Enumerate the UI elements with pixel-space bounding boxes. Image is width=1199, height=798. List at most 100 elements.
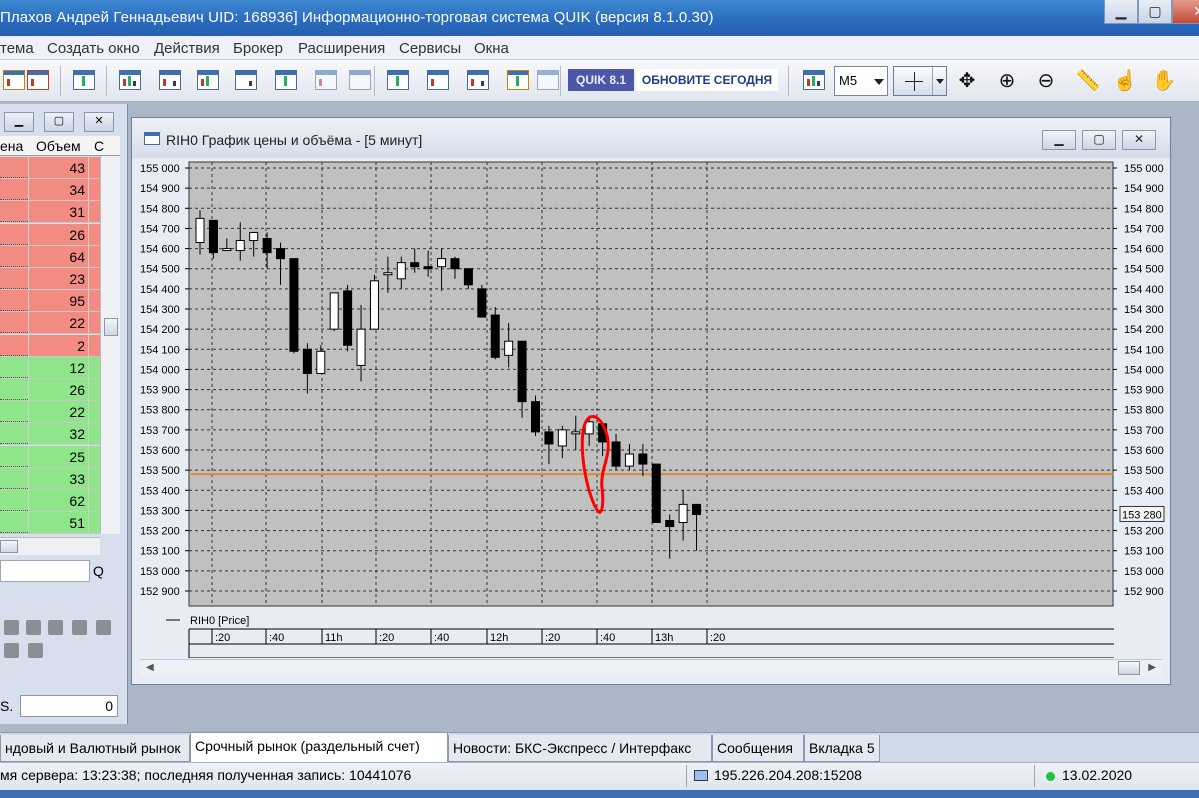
edit-table-icon[interactable] <box>272 66 300 94</box>
quote-price-cell[interactable] <box>0 290 28 312</box>
quote-volume-cell[interactable]: 12 <box>28 356 88 378</box>
scroll-thumb[interactable] <box>104 318 118 336</box>
menu-item-broker[interactable]: Брокер <box>233 40 283 57</box>
buy-quote-row[interactable]: 26 <box>0 379 106 401</box>
chart-horizontal-scrollbar[interactable]: ◀ ▶ <box>140 659 1162 676</box>
quik-version-badge[interactable]: QUIK 8.1 <box>568 69 634 91</box>
interval-select[interactable]: M5 <box>834 66 888 96</box>
quotes-search-input[interactable] <box>0 560 90 582</box>
quote-volume-cell[interactable]: 23 <box>28 268 88 289</box>
quote-volume-cell[interactable]: 33 <box>28 467 88 489</box>
close-button[interactable]: ✕ <box>1172 0 1199 24</box>
panel-button-icon[interactable] <box>4 620 19 635</box>
quote-volume-cell[interactable]: 31 <box>28 201 88 223</box>
bar-chart-type-icon[interactable] <box>800 66 828 94</box>
sell-quote-row[interactable]: 34 <box>0 179 106 202</box>
grab-hand-icon[interactable]: ✋ <box>1151 68 1177 94</box>
columns-icon[interactable] <box>346 66 374 94</box>
panel-button-icon[interactable] <box>26 620 41 635</box>
zoom-in-icon[interactable]: ⊕ <box>994 68 1020 94</box>
menu-item-windows[interactable]: Окна <box>474 40 509 57</box>
panel-button-icon[interactable] <box>48 620 63 635</box>
move-icon[interactable]: ✥ <box>954 68 980 94</box>
tab-futures[interactable]: Срочный рынок (раздельный счет) <box>190 733 448 763</box>
add-table-icon[interactable] <box>70 66 98 94</box>
quote-price-cell[interactable] <box>0 446 28 467</box>
quote-price-cell[interactable] <box>0 357 28 378</box>
tab-5[interactable]: Вкладка 5 <box>804 735 880 762</box>
ruler-icon[interactable]: 📏 <box>1075 68 1101 94</box>
quote-price-cell[interactable] <box>0 401 28 423</box>
quote-price-cell[interactable] <box>0 179 28 201</box>
quote-price-cell[interactable] <box>0 423 28 445</box>
new-order-icon[interactable] <box>384 66 412 94</box>
search-icon[interactable]: Q <box>93 563 104 579</box>
quotes-table-icon[interactable] <box>194 66 222 94</box>
money-icon[interactable] <box>504 66 532 94</box>
quote-volume-cell[interactable]: 32 <box>28 423 88 445</box>
deals-icon[interactable] <box>232 66 260 94</box>
key-disconnect-icon[interactable] <box>24 66 52 94</box>
quotes-close-button[interactable]: ✕ <box>84 112 114 132</box>
quote-price-cell[interactable] <box>0 490 28 511</box>
pointer-hand-icon[interactable]: ☝ <box>1112 68 1138 94</box>
stop-order-icon[interactable] <box>464 66 492 94</box>
quotes-minimize-button[interactable]: ▁ <box>4 112 34 132</box>
quote-volume-cell[interactable]: 95 <box>28 290 88 312</box>
hand-order-icon[interactable] <box>424 66 452 94</box>
quote-volume-cell[interactable]: 51 <box>28 512 88 534</box>
col-third-header[interactable]: С <box>94 138 104 154</box>
sell-quote-row[interactable]: 43 <box>0 157 106 179</box>
quote-price-cell[interactable] <box>0 157 28 178</box>
quotes-vertical-scrollbar[interactable] <box>100 156 120 534</box>
panel-button-icon[interactable] <box>4 643 19 658</box>
sell-quote-row[interactable]: 95 <box>0 290 106 313</box>
quote-volume-cell[interactable]: 22 <box>28 312 88 334</box>
quote-price-cell[interactable] <box>0 201 28 223</box>
menu-item-services[interactable]: Сервисы <box>399 40 461 57</box>
quote-volume-cell[interactable]: 22 <box>28 401 88 423</box>
tab-messages[interactable]: Сообщения <box>712 735 804 762</box>
sell-quote-row[interactable]: 23 <box>0 268 106 290</box>
quote-price-cell[interactable] <box>0 512 28 534</box>
col-price-header[interactable]: ена <box>0 138 23 154</box>
chart-minimize-button[interactable]: ▁ <box>1042 130 1076 150</box>
update-today-button[interactable]: ОБНОВИТЕ СЕГОДНЯ <box>636 69 778 91</box>
tab-news[interactable]: Новости: БКС-Экспресс / Интерфакс <box>448 735 712 762</box>
delete-table-icon[interactable] <box>312 66 340 94</box>
quote-volume-cell[interactable]: 26 <box>28 223 88 245</box>
chart-icon[interactable] <box>116 66 144 94</box>
crosshair-button[interactable] <box>893 66 947 96</box>
buy-quote-row[interactable]: 33 <box>0 467 106 490</box>
maximize-button[interactable]: ▢ <box>1138 0 1172 24</box>
menu-item-system[interactable]: тема <box>0 40 34 57</box>
tab-stock-fx[interactable]: ндовый и Валютный рынок <box>0 735 190 762</box>
more-icon[interactable] <box>534 66 562 94</box>
buy-quote-row[interactable]: 32 <box>0 423 106 446</box>
quote-price-cell[interactable] <box>0 224 28 245</box>
menu-item-extensions[interactable]: Расширения <box>298 40 385 57</box>
buy-quote-row[interactable]: 62 <box>0 490 106 512</box>
sell-quote-row[interactable]: 64 <box>0 245 106 268</box>
sell-quote-row[interactable]: 31 <box>0 201 106 224</box>
menu-item-create-window[interactable]: Создать окно <box>47 40 140 57</box>
buy-quote-row[interactable]: 12 <box>0 356 106 379</box>
quote-volume-cell[interactable]: 64 <box>28 245 88 267</box>
quote-volume-cell[interactable]: 25 <box>28 445 88 467</box>
minimize-button[interactable]: ▁ <box>1104 0 1138 24</box>
sell-quote-row[interactable]: 22 <box>0 312 106 335</box>
quote-price-cell[interactable] <box>0 268 28 289</box>
quote-price-cell[interactable] <box>0 468 28 489</box>
quotes-maximize-button[interactable]: ▢ <box>44 112 74 132</box>
quantity-field[interactable]: 0 <box>20 695 118 717</box>
quote-volume-cell[interactable]: 2 <box>28 334 88 356</box>
zoom-out-icon[interactable]: ⊖ <box>1033 68 1059 94</box>
quote-volume-cell[interactable]: 43 <box>28 157 88 178</box>
quote-price-cell[interactable] <box>0 246 28 267</box>
chart-maximize-button[interactable]: ▢ <box>1082 130 1116 150</box>
sell-quote-row[interactable]: 2 <box>0 334 106 357</box>
quote-volume-cell[interactable]: 62 <box>28 490 88 511</box>
buy-quote-row[interactable]: 25 <box>0 445 106 468</box>
scroll-thumb[interactable] <box>0 540 18 553</box>
scroll-left-icon[interactable]: ◀ <box>146 662 154 673</box>
